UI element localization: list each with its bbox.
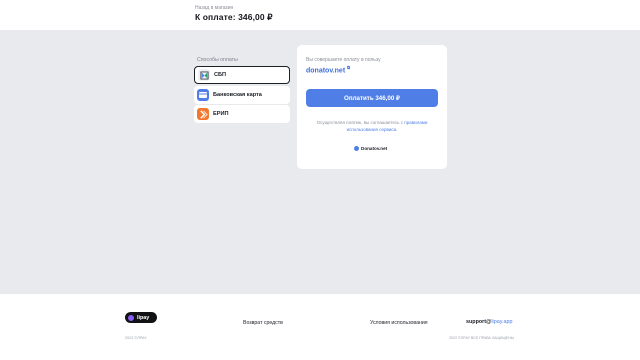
terms-note: Осуществляя платеж, вы соглашаетесь с пр… — [306, 120, 438, 133]
donatov-logo-icon — [354, 146, 359, 151]
method-bank-card[interactable]: Банковская карта — [194, 86, 290, 104]
copyright-left: 2022 ©ЛPAY — [125, 336, 147, 340]
total-amount: К оплате: 346,00 ₽ — [195, 12, 273, 22]
payment-recipient[interactable]: donatov.net ⧉ — [306, 65, 350, 74]
back-to-shop-link[interactable]: Назад в магазин — [195, 5, 233, 11]
copyright-right: 2022 ©ЛРАУ ВСЕ ПРАВА ЗАЩИЩЕНЫ — [449, 336, 514, 340]
terms-of-use-link[interactable]: Условия использования — [370, 320, 428, 326]
support-email-link[interactable]: support@lipay.app — [466, 319, 513, 325]
brand-name: Donatov.net — [361, 146, 388, 151]
recipient-name: donatov.net — [306, 67, 346, 75]
method-sbp[interactable]: СБП — [194, 66, 290, 84]
copy-icon[interactable]: ⧉ — [347, 65, 350, 70]
method-label: Банковская карта — [213, 92, 262, 98]
email-domain: lipay.app — [491, 319, 513, 325]
bank-card-icon — [197, 89, 209, 101]
payment-methods-title: Способы оплаты — [197, 57, 238, 63]
erip-icon — [197, 108, 209, 120]
lipay-logo-icon — [128, 314, 134, 321]
footer: lipay Возврат средств Условия использова… — [0, 294, 640, 360]
lipay-logo-text: lipay — [137, 314, 150, 321]
header: Назад в магазин К оплате: 346,00 ₽ — [0, 0, 640, 30]
payment-card: Вы совершаете оплату в пользу donatov.ne… — [297, 45, 447, 169]
brand: Donatov.net — [354, 146, 387, 151]
method-label: ЕРИП — [213, 111, 229, 117]
email-prefix: support@ — [466, 319, 492, 325]
refund-link[interactable]: Возврат средств — [243, 320, 283, 326]
method-erip[interactable]: ЕРИП — [194, 105, 290, 123]
lipay-logo[interactable]: lipay — [125, 312, 157, 323]
sbp-icon — [198, 69, 210, 81]
pay-button[interactable]: Оплатить 346,00 ₽ — [306, 89, 438, 107]
terms-text: Осуществляя платеж, вы соглашаетесь с — [316, 120, 403, 125]
method-label: СБП — [214, 72, 227, 78]
payment-recipient-note: Вы совершаете оплату в пользу — [306, 57, 381, 63]
